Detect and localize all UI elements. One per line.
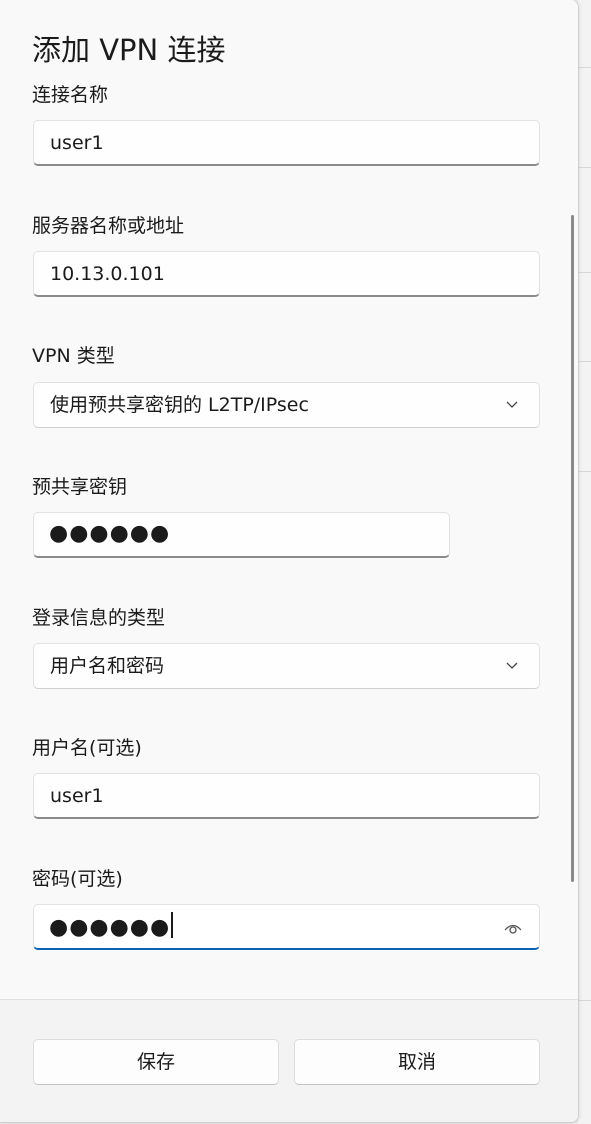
divider (578, 361, 591, 362)
dialog-title: 添加 VPN 连接 (32, 33, 226, 67)
username-value: user1 (50, 785, 104, 807)
divider (578, 272, 591, 273)
password-input[interactable]: ●●●●●● (33, 904, 540, 950)
vpn-type-value: 使用预共享密钥的 L2TP/IPsec (50, 394, 309, 416)
password-label: 密码(可选) (32, 868, 123, 890)
eye-icon[interactable] (503, 920, 523, 936)
connection-name-value: user1 (50, 132, 104, 154)
vertical-scrollbar[interactable] (571, 215, 574, 882)
signin-type-dropdown[interactable]: 用户名和密码 (33, 643, 540, 689)
server-address-value: 10.13.0.101 (50, 263, 165, 285)
dialog-content: 添加 VPN 连接 连接名称 user1 服务器名称或地址 10.13.0.10… (0, 0, 578, 999)
divider (578, 1000, 591, 1001)
signin-type-label: 登录信息的类型 (32, 607, 166, 629)
background-window (578, 0, 591, 1124)
vpn-type-dropdown[interactable]: 使用预共享密钥的 L2TP/IPsec (33, 382, 540, 428)
password-value: ●●●●●● (49, 915, 171, 940)
chevron-down-icon (506, 401, 518, 408)
username-label: 用户名(可选) (32, 737, 142, 759)
psk-value: ●●●●●● (49, 521, 171, 546)
connection-name-label: 连接名称 (32, 84, 109, 106)
save-button[interactable]: 保存 (33, 1039, 279, 1085)
password-value-wrap: ●●●●●● (49, 912, 174, 942)
vpn-type-label: VPN 类型 (32, 345, 115, 367)
divider (578, 471, 591, 472)
username-input[interactable]: user1 (33, 773, 540, 819)
text-caret (171, 912, 174, 938)
connection-name-input[interactable]: user1 (33, 120, 540, 166)
cancel-button[interactable]: 取消 (294, 1039, 540, 1085)
chevron-down-icon (506, 662, 518, 669)
dialog-footer: 保存 取消 (0, 999, 578, 1122)
divider (578, 67, 591, 68)
divider (578, 167, 591, 168)
psk-input[interactable]: ●●●●●● (33, 512, 450, 558)
server-address-input[interactable]: 10.13.0.101 (33, 251, 540, 297)
psk-label: 预共享密钥 (32, 476, 128, 498)
add-vpn-dialog: 添加 VPN 连接 连接名称 user1 服务器名称或地址 10.13.0.10… (0, 0, 579, 1123)
signin-type-value: 用户名和密码 (50, 655, 165, 677)
server-address-label: 服务器名称或地址 (32, 215, 185, 237)
